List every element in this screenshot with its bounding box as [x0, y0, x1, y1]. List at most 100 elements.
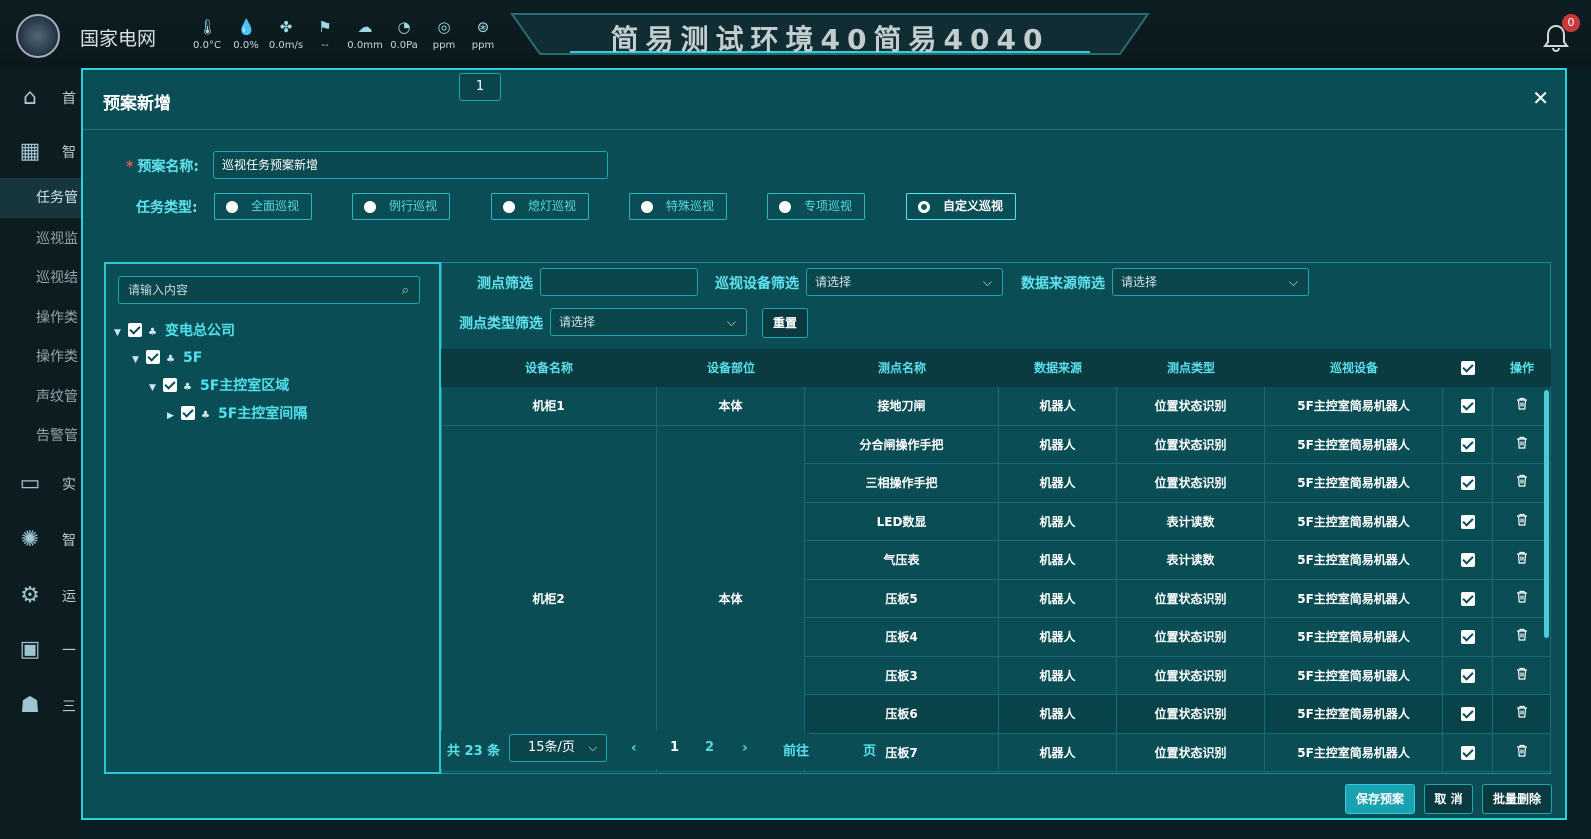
task-type-special[interactable]: 特殊巡视 [629, 193, 727, 220]
trash-icon[interactable] [1516, 667, 1528, 680]
trash-icon[interactable] [1516, 628, 1528, 641]
caret-down-icon[interactable]: ▼ [149, 377, 163, 399]
radio-icon [641, 201, 653, 213]
trash-icon[interactable] [1516, 474, 1528, 487]
point-type-cell: 位置状态识别 [1117, 387, 1265, 426]
radio-icon [503, 201, 515, 213]
sidebar-sub-patrol-result[interactable]: 巡视结 [36, 267, 78, 287]
device-part-cell: 本体 [657, 425, 805, 772]
goto-page-input[interactable]: 1 [459, 73, 501, 101]
prev-page-icon[interactable]: ‹ [631, 740, 637, 756]
row-operation-cell [1493, 387, 1551, 426]
row-operation-cell [1493, 656, 1551, 695]
page-size-select[interactable]: 15条/页 ⌵ [509, 734, 607, 762]
chevron-down-icon: ⌵ [982, 275, 992, 289]
checkbox-checked[interactable] [128, 323, 142, 337]
app-name: 国家电网 [80, 28, 157, 50]
sidebar-sub-alarm[interactable]: 告警管 [36, 425, 78, 445]
checkbox-checked[interactable] [181, 406, 195, 420]
search-icon[interactable]: ⌕ [402, 278, 409, 304]
tree-node-company[interactable]: ▼ ♣ 变电总公司 [114, 320, 235, 342]
task-type-routine[interactable]: 例行巡视 [352, 193, 450, 220]
weather-humidity: 💧 0.0% [233, 18, 259, 51]
task-type-lights-off[interactable]: 熄灯巡视 [491, 193, 589, 220]
caret-down-icon[interactable]: ▼ [132, 349, 146, 371]
row-checkbox[interactable] [1460, 399, 1475, 413]
patrol-device-cell: 5F主控室简易机器人 [1265, 541, 1443, 580]
trash-icon[interactable] [1516, 590, 1528, 603]
trash-icon[interactable] [1516, 744, 1528, 757]
task-type-dedicated[interactable]: 专项巡视 [767, 193, 865, 220]
row-checkbox[interactable] [1460, 514, 1475, 529]
next-page-icon[interactable]: › [742, 740, 748, 756]
sidebar-sub-operation-2[interactable]: 操作类 [36, 346, 78, 366]
sidebar-item-home[interactable]: ⌂ 首 [0, 80, 82, 120]
caret-down-icon[interactable]: ▼ [114, 322, 128, 344]
radio-selected-icon [918, 201, 930, 213]
device-filter-select[interactable]: 请选择 ⌵ [806, 268, 1003, 296]
sidebar-item-smart[interactable]: ▦ 智 [0, 134, 82, 174]
plan-name-input[interactable]: 巡视任务预案新增 [213, 151, 608, 179]
select-all-checkbox[interactable] [1461, 361, 1475, 375]
row-operation-cell [1493, 502, 1551, 541]
sidebar: ⌂ 首 ▦ 智 任务管 巡视监 巡视结 操作类 操作类 声纹管 告警管 ▭ 实 … [0, 68, 82, 839]
wind-icon: ✤ [279, 18, 293, 36]
trash-icon[interactable] [1516, 705, 1528, 718]
sidebar-item-one[interactable]: ▣ 一 [0, 632, 82, 672]
point-name-cell: 压板4 [805, 618, 999, 657]
sidebar-item-intelligent[interactable]: ✺ 智 [0, 522, 82, 562]
gas-icon: ◎ [437, 18, 451, 36]
point-name-cell: 压板5 [805, 579, 999, 618]
device-name-cell: 机柜1 [441, 387, 657, 426]
sidebar-sub-operation-1[interactable]: 操作类 [36, 307, 78, 327]
sidebar-sub-voiceprint[interactable]: 声纹管 [36, 386, 78, 406]
sidebar-item-ops[interactable]: ⚙ 运 [0, 578, 82, 618]
tree-node-control-bay[interactable]: ▶ ♣ 5F主控室间隔 [167, 403, 307, 425]
cancel-button[interactable]: 取 消 [1424, 784, 1473, 814]
save-plan-button[interactable]: 保存预案 [1345, 784, 1415, 814]
tree-node-5f[interactable]: ▼ ♣ 5F [132, 347, 202, 369]
row-checkbox[interactable] [1460, 553, 1475, 567]
col-select-all[interactable] [1443, 349, 1493, 387]
page-2[interactable]: 2 [705, 740, 714, 755]
weather-temperature: 🌡 0.0°C [193, 18, 221, 51]
point-type-cell: 位置状态识别 [1117, 464, 1265, 503]
close-icon[interactable]: ✕ [1532, 86, 1549, 110]
source-filter-select[interactable]: 请选择 ⌵ [1112, 268, 1309, 296]
page-1[interactable]: 1 [670, 740, 679, 755]
reset-button[interactable]: 重置 [762, 308, 808, 338]
row-checkbox[interactable] [1460, 707, 1475, 721]
batch-delete-button[interactable]: 批量删除 [1482, 784, 1552, 814]
device-tree-panel: 请输入内容 ⌕ ▼ ♣ 变电总公司 ▼ ♣ 5F ▼ ♣ 5F主控室区域 ▶ ♣ 5F主控室间隔 [104, 262, 441, 774]
row-select-cell [1443, 579, 1493, 618]
task-type-custom[interactable]: 自定义巡视 [906, 193, 1016, 220]
chevron-down-icon: ⌵ [726, 315, 736, 329]
pressure-icon: ◔ [397, 18, 411, 36]
row-checkbox[interactable] [1460, 437, 1475, 452]
checkbox-checked[interactable] [163, 378, 177, 392]
sidebar-item-three[interactable]: ☗ 三 [0, 688, 82, 728]
row-checkbox[interactable] [1460, 745, 1475, 760]
task-type-full[interactable]: 全面巡视 [214, 193, 312, 220]
trash-icon[interactable] [1516, 551, 1528, 564]
tree-search-input[interactable]: 请输入内容 ⌕ [118, 276, 420, 304]
type-filter-select[interactable]: 请选择 ⌵ [550, 308, 747, 336]
sidebar-item-realtime[interactable]: ▭ 实 [0, 466, 82, 506]
caret-right-icon[interactable]: ▶ [167, 405, 181, 427]
row-checkbox[interactable] [1460, 591, 1475, 606]
trash-icon[interactable] [1516, 436, 1528, 449]
checkbox-checked[interactable] [146, 350, 160, 364]
trash-icon[interactable] [1516, 513, 1528, 526]
sidebar-sub-patrol-monitor[interactable]: 巡视监 [36, 228, 78, 248]
row-checkbox[interactable] [1460, 476, 1475, 490]
notification-badge: 0 [1562, 14, 1580, 32]
col-device-part: 设备部位 [706, 361, 755, 375]
table-scrollbar[interactable] [1544, 390, 1549, 638]
trash-icon[interactable] [1516, 397, 1528, 410]
row-checkbox[interactable] [1460, 630, 1475, 644]
data-source-cell: 机器人 [999, 579, 1117, 618]
sidebar-sub-task[interactable]: 任务管 [0, 178, 82, 218]
row-checkbox[interactable] [1460, 668, 1475, 683]
tree-node-control-area[interactable]: ▼ ♣ 5F主控室区域 [149, 375, 289, 397]
point-filter-input[interactable] [540, 268, 698, 296]
